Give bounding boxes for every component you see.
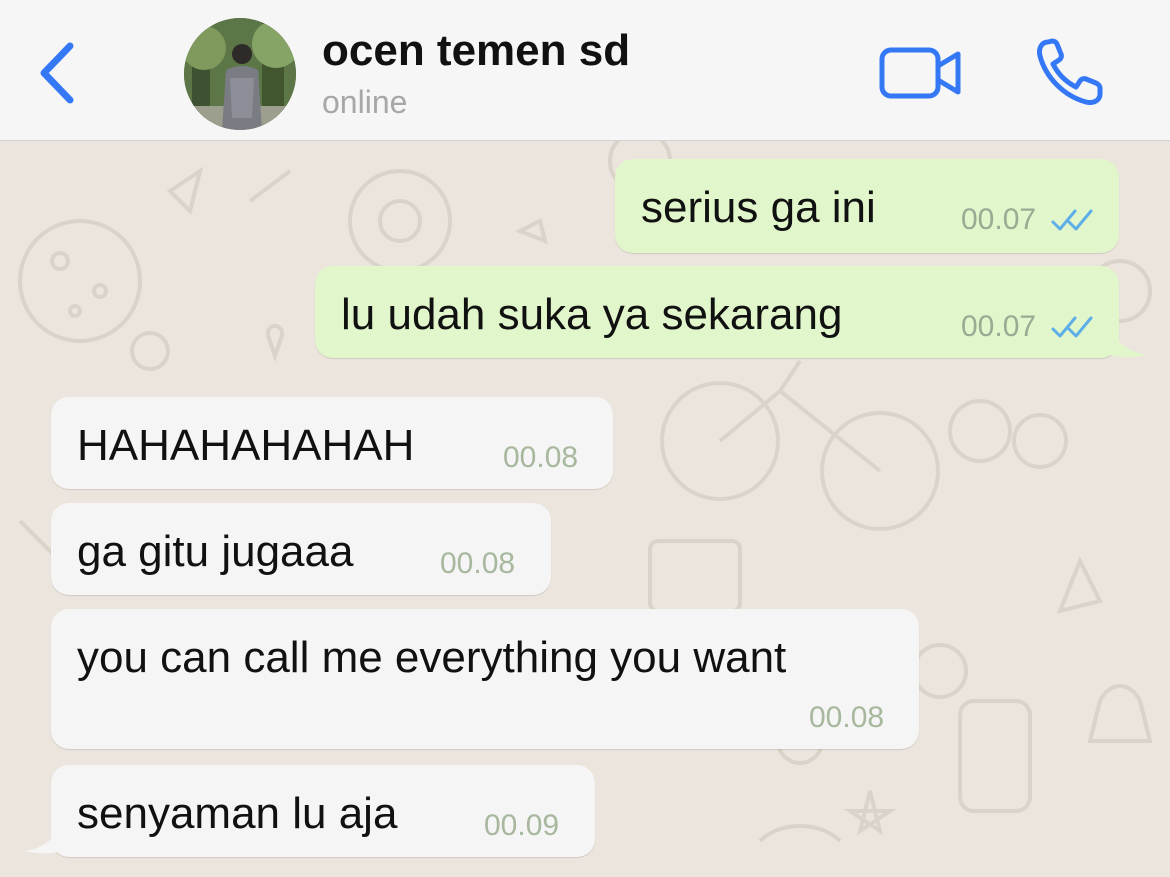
message-text: HAHAHAHAHAH xyxy=(77,421,415,470)
avatar-photo xyxy=(184,18,296,130)
message-text: lu udah suka ya sekarang xyxy=(341,290,843,339)
video-call-button[interactable] xyxy=(876,40,966,106)
message-time: 00.09 xyxy=(484,809,560,842)
message-time: 00.08 xyxy=(503,441,579,474)
message-bubble-incoming[interactable]: HAHAHAHAHAH 00.08 xyxy=(51,397,613,489)
message-time: 00.08 xyxy=(809,701,885,734)
message-time: 00.07 xyxy=(961,310,1037,343)
message-time: 00.08 xyxy=(440,547,516,580)
message-text: senyaman lu aja xyxy=(77,789,398,838)
chat-area[interactable]: serius ga ini 00.07 lu udah suka ya seka… xyxy=(0,141,1170,877)
message-text: you can call me everything you want xyxy=(77,633,787,682)
contact-status: online xyxy=(322,84,408,120)
message-text: ga gitu jugaaa xyxy=(77,527,354,576)
message-text: serius ga ini xyxy=(641,183,876,232)
back-button[interactable] xyxy=(28,38,88,108)
phone-icon xyxy=(1037,38,1103,105)
message-bubble-incoming[interactable]: senyaman lu aja 00.09 xyxy=(51,765,595,857)
chat-header: ocen temen sd online xyxy=(0,0,1170,141)
chevron-left-icon xyxy=(40,42,74,104)
read-receipt-icon xyxy=(1051,209,1093,231)
voice-call-button[interactable] xyxy=(1028,34,1112,112)
message-time: 00.07 xyxy=(961,203,1037,236)
video-camera-icon xyxy=(879,47,961,99)
contact-name[interactable]: ocen temen sd xyxy=(322,26,630,76)
read-receipt-icon xyxy=(1051,316,1093,338)
message-bubble-incoming[interactable]: ga gitu jugaaa 00.08 xyxy=(51,503,551,595)
message-bubble-outgoing[interactable]: lu udah suka ya sekarang 00.07 xyxy=(315,266,1119,358)
contact-avatar[interactable] xyxy=(184,18,296,130)
message-bubble-outgoing[interactable]: serius ga ini 00.07 xyxy=(615,159,1119,253)
message-bubble-incoming[interactable]: you can call me everything you want 00.0… xyxy=(51,609,919,749)
bubble-tail xyxy=(1100,321,1148,358)
bubble-tail xyxy=(24,817,72,854)
